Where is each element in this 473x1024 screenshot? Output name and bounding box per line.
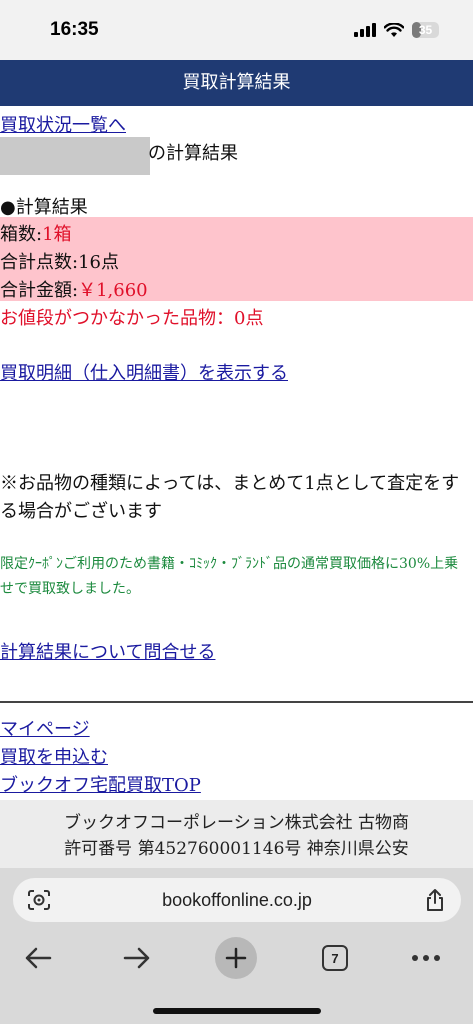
- box-count-label: 箱数:: [0, 224, 43, 245]
- status-time: 16:35: [50, 19, 99, 40]
- page-header: 買取計算結果: [0, 60, 473, 106]
- mypage-link[interactable]: マイページ: [0, 715, 90, 741]
- browser-toolbar: bookoffonline.co.jp 7: [0, 868, 473, 1024]
- company-line-1: ブックオフコーポレーション株式会社 古物商: [63, 813, 410, 833]
- divider: [0, 701, 473, 703]
- company-info: ブックオフコーポレーション株式会社 古物商 許可番号 第452760001146…: [0, 800, 473, 870]
- coupon-promo-text: 限定ｸｰﾎﾟﾝご利用のため書籍・ｺﾐｯｸ・ﾌﾞﾗﾝﾄﾞ品の通常買取価格に30%上…: [0, 556, 459, 597]
- apply-purchase-link[interactable]: 買取を申込む: [0, 743, 108, 769]
- result-summary-box: 箱数:1箱 合計点数:16点 合計金額:￥1,660: [0, 217, 473, 301]
- inquiry-link[interactable]: 計算結果について問合せる: [0, 638, 215, 664]
- more-button[interactable]: [404, 938, 448, 978]
- new-tab-button[interactable]: [214, 937, 258, 979]
- url-text: bookoffonline.co.jp: [162, 890, 312, 910]
- status-bar: 16:35 35: [0, 0, 473, 60]
- tab-count-icon: 7: [322, 945, 348, 971]
- battery-icon: 35: [412, 22, 439, 38]
- tabs-button[interactable]: 7: [313, 938, 357, 978]
- redacted-name-box: [0, 137, 150, 175]
- bookoff-top-link[interactable]: ブックオフ宅配買取TOP: [0, 771, 201, 797]
- plus-icon: [215, 937, 257, 979]
- arrow-right-icon: [123, 947, 150, 969]
- total-items-row: 合計点数:16点: [0, 248, 119, 274]
- purchase-detail-link[interactable]: 買取明細（仕入明細書）を表示する: [0, 359, 288, 385]
- total-items-label: 合計点数:: [0, 252, 79, 273]
- total-amount-label: 合計金額:: [0, 280, 79, 301]
- browser-nav-row: 7: [0, 937, 473, 979]
- total-amount-value: ￥1,660: [78, 280, 148, 301]
- more-dots-icon: [412, 955, 440, 961]
- no-price-items: お値段がつかなかった品物：0点: [0, 308, 264, 329]
- assessment-note: ※お品物の種類によっては、まとめて1点として査定をする場合がございます: [0, 473, 460, 522]
- box-count-row: 箱数:1箱: [0, 220, 72, 246]
- section-heading: ●計算結果: [0, 197, 88, 218]
- arrow-left-icon: [25, 947, 52, 969]
- box-count-value: 1箱: [42, 224, 72, 245]
- wifi-icon: [384, 22, 404, 37]
- back-button[interactable]: [16, 938, 60, 978]
- address-bar[interactable]: bookoffonline.co.jp: [13, 878, 461, 922]
- result-suffix: の計算結果: [148, 143, 238, 164]
- forward-button[interactable]: [115, 938, 159, 978]
- back-to-status-list-link[interactable]: 買取状況一覧へ: [0, 111, 126, 137]
- company-line-2: 許可番号 第452760001146号 神奈川県公安: [64, 839, 409, 859]
- status-icons: 35: [354, 22, 439, 38]
- share-icon[interactable]: [425, 888, 445, 912]
- cellular-signal-icon: [354, 23, 376, 37]
- total-amount-row: 合計金額:￥1,660: [0, 276, 148, 302]
- total-items-value: 16点: [78, 252, 119, 273]
- battery-level: 35: [418, 23, 433, 37]
- home-indicator: [153, 1008, 321, 1014]
